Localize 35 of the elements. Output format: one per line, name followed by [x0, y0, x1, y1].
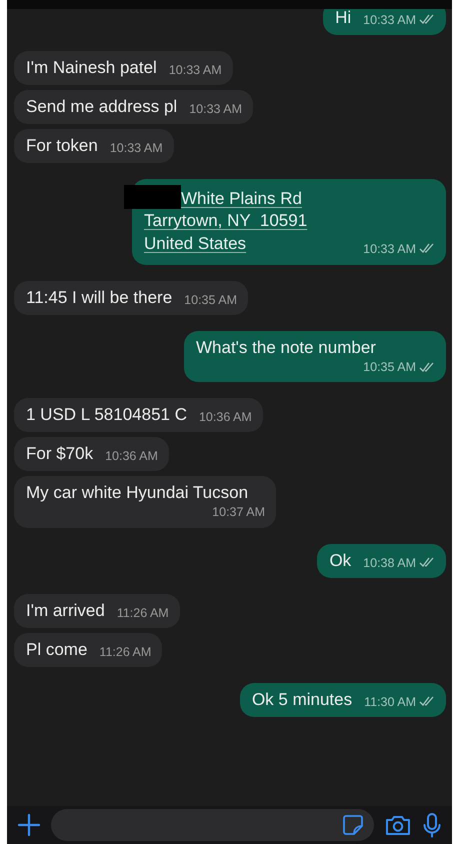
- message-text: 11:45 I will be there: [26, 286, 172, 309]
- message-text: For token: [26, 135, 98, 158]
- message-text: I'm Nainesh patel: [26, 57, 157, 80]
- message-text: Send me address pl: [26, 96, 178, 118]
- message-text: 1 USD L 58104851 C: [26, 404, 187, 426]
- message-time: 10:37 AM: [212, 504, 265, 522]
- message-time: 10:35 AM: [363, 358, 416, 376]
- message-text: I'm arrived: [26, 600, 105, 622]
- message-time: 10:33 AM: [363, 12, 416, 28]
- message-time: 10:33 AM: [168, 62, 222, 79]
- message-time: 11:30 AM: [364, 694, 416, 710]
- message-time: 10:38 AM: [363, 554, 416, 571]
- camera-icon[interactable]: [384, 813, 412, 837]
- message-text: Ok: [329, 550, 352, 572]
- message-time: 11:26 AM: [99, 644, 152, 661]
- message-time: 10:36 AM: [198, 409, 252, 426]
- address-link[interactable]: Tarrytown, NY 10591: [144, 211, 308, 230]
- message-text: My car white Hyundai Tucson: [26, 482, 248, 504]
- message-time: 10:33 AM: [363, 240, 416, 257]
- message-text: Hi: [335, 9, 352, 29]
- message-input-field[interactable]: [51, 809, 374, 841]
- message-time: 10:33 AM: [189, 101, 242, 118]
- microphone-icon[interactable]: [422, 812, 442, 838]
- message-text: For $70k: [26, 443, 94, 466]
- message-time: 10:35 AM: [184, 292, 237, 309]
- message-text: Ok 5 minutes: [252, 689, 352, 711]
- message-time: 10:33 AM: [110, 140, 163, 158]
- message-time: 11:26 AM: [116, 604, 169, 622]
- address-link[interactable]: White Plains Rd: [181, 189, 302, 208]
- address-link[interactable]: United States: [144, 234, 246, 253]
- message-text: What's the note number: [196, 336, 376, 359]
- sticker-icon[interactable]: [342, 814, 364, 836]
- message-text: Pl come: [26, 638, 88, 661]
- message-time: 10:36 AM: [105, 448, 158, 466]
- add-icon[interactable]: [17, 813, 41, 837]
